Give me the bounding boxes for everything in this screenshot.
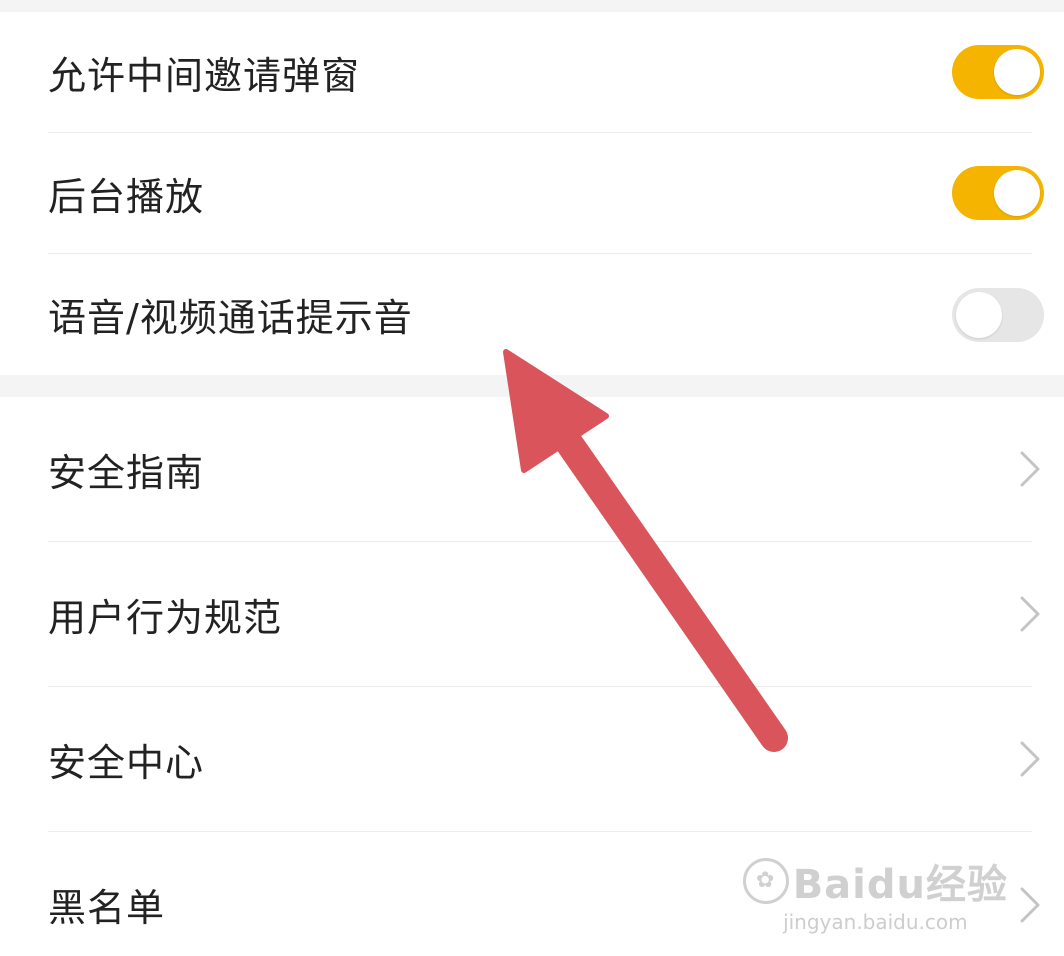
toggle-knob: [994, 170, 1040, 216]
invite-popup-toggle[interactable]: [952, 45, 1044, 99]
chevron-right-icon: [1020, 741, 1040, 777]
toggle-knob: [956, 291, 1002, 338]
menu-item-user-conduct[interactable]: 用户行为规范: [48, 542, 1040, 687]
background-play-toggle[interactable]: [952, 166, 1044, 220]
setting-row-background-play[interactable]: 后台播放: [48, 133, 1044, 254]
setting-row-invite-popup[interactable]: 允许中间邀请弹窗: [48, 12, 1044, 133]
chevron-right-icon: [1020, 596, 1040, 632]
menu-item-label: 安全指南: [48, 450, 205, 495]
section-divider: [0, 375, 1064, 397]
setting-label: 语音/视频通话提示音: [48, 296, 413, 340]
toggle-settings-section: 允许中间邀请弹窗 后台播放 语音/视频通话提示音: [0, 12, 1064, 375]
watermark-brand: Baidu经验: [792, 862, 1008, 908]
call-sound-toggle[interactable]: [952, 287, 1044, 342]
menu-item-safety-guide[interactable]: 安全指南: [48, 397, 1040, 542]
watermark-logo: ✿ Baidu经验: [742, 852, 1008, 910]
setting-label: 后台播放: [48, 174, 205, 219]
chevron-right-icon: [1020, 887, 1040, 922]
toggle-knob: [994, 49, 1040, 95]
menu-item-security-center[interactable]: 安全中心: [48, 687, 1040, 832]
chevron-right-icon: [1020, 451, 1040, 487]
menu-item-label: 安全中心: [48, 740, 205, 785]
setting-label: 允许中间邀请弹窗: [48, 53, 361, 98]
paw-icon: ✿: [742, 858, 789, 904]
watermark-url: jingyan.baidu.com: [783, 910, 968, 934]
setting-row-call-sound[interactable]: 语音/视频通话提示音: [48, 254, 1044, 375]
top-spacer: [0, 0, 1064, 12]
menu-item-label: 黑名单: [48, 886, 166, 930]
menu-item-label: 用户行为规范: [48, 595, 283, 640]
settings-screen: 允许中间邀请弹窗 后台播放 语音/视频通话提示音 安全指南 用户行为规范 安全中…: [0, 0, 1064, 956]
baidu-jingyan-watermark: ✿ Baidu经验 jingyan.baidu.com: [742, 852, 1008, 934]
